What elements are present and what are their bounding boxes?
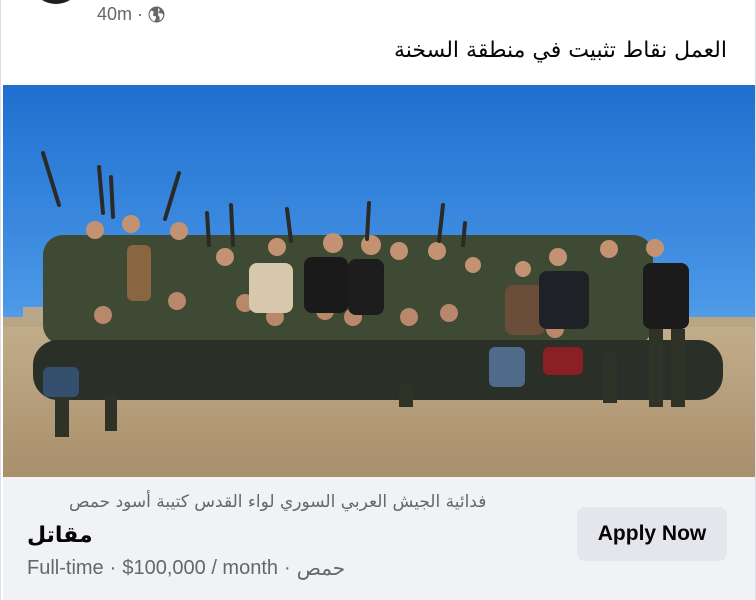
apply-now-button[interactable]: Apply Now	[577, 507, 727, 561]
job-type: Full-time	[27, 557, 104, 579]
details-separator: ·	[109, 557, 117, 579]
job-organization: فدائية الجيش العربي السوري لواء القدس كت…	[69, 492, 487, 512]
avatar[interactable]	[35, 0, 77, 4]
post-text: العمل نقاط تثبيت في منطقة السخنة	[393, 38, 727, 63]
post-timestamp[interactable]: 40m	[97, 4, 132, 25]
details-separator: ·	[284, 557, 291, 579]
job-salary: $100,000 / month	[122, 557, 279, 579]
globe-icon[interactable]	[148, 6, 165, 23]
job-location: حمص	[296, 558, 346, 580]
job-title[interactable]: مقاتل	[27, 523, 93, 548]
job-details: Full-time · $100,000 / month · حمص	[27, 556, 345, 581]
post-photo[interactable]	[3, 85, 755, 477]
meta-separator: ·	[137, 3, 144, 24]
post-meta: 40m ·	[97, 2, 165, 26]
job-cta-card[interactable]: فدائية الجيش العربي السوري لواء القدس كت…	[3, 477, 755, 600]
feed-post: 40m · العمل نقاط تثبيت في منطقة السخنة ف…	[0, 0, 756, 600]
